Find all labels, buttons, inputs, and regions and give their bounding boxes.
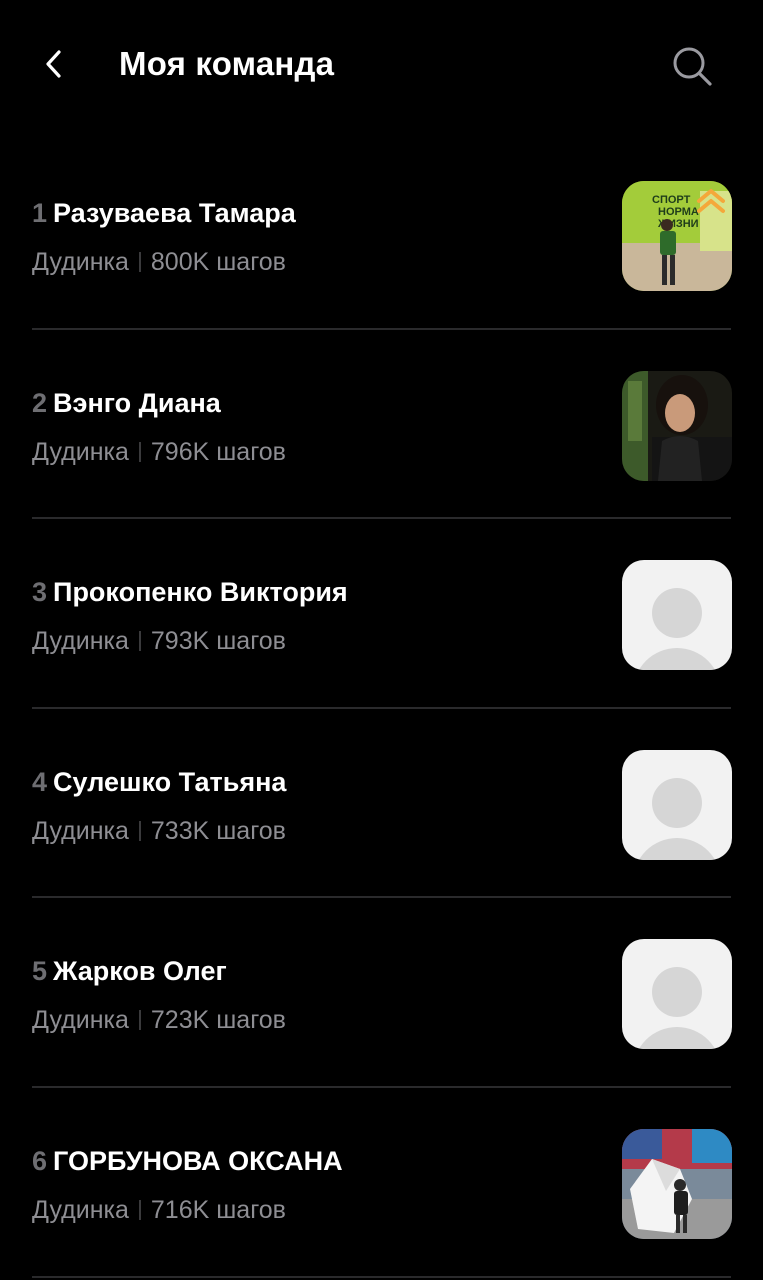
avatar[interactable] <box>622 370 732 481</box>
member-rank: 3 <box>32 577 48 608</box>
rank-up-icon <box>697 189 725 213</box>
meta-separator <box>138 441 141 462</box>
member-steps: 716K шагов <box>150 1195 286 1224</box>
search-button[interactable] <box>666 40 718 92</box>
row-divider <box>32 1275 731 1278</box>
member-name: Сулешко Татьяна <box>53 766 287 797</box>
member-name-line: 5 Жарков Олег <box>32 954 227 988</box>
list-item[interactable]: 2 Вэнго Диана Дудинка 796K шагов <box>0 330 763 520</box>
member-meta: Дудинка 716K шагов <box>32 1194 286 1226</box>
list-item[interactable]: 3 Прокопенко Виктория Дудинка 793K шагов <box>0 519 763 709</box>
member-name-line: 3 Прокопенко Виктория <box>32 575 348 609</box>
avatar-placeholder-shoulders <box>633 1027 721 1050</box>
member-name-line: 6 ГОРБУНОВА ОКСАНА <box>32 1144 343 1178</box>
member-city: Дудинка <box>32 248 129 276</box>
member-name: ГОРБУНОВА ОКСАНА <box>53 1145 343 1176</box>
member-steps: 733K шагов <box>150 816 286 845</box>
member-meta: Дудинка 793K шагов <box>32 625 286 657</box>
member-city: Дудинка <box>32 1195 129 1224</box>
member-name: Прокопенко Виктория <box>53 577 348 608</box>
member-meta: Дудинка 733K шагов <box>32 815 286 847</box>
member-rank: 2 <box>32 387 48 418</box>
meta-separator <box>138 252 141 272</box>
member-steps: 800K шагов <box>150 248 286 276</box>
avatar-placeholder[interactable] <box>622 749 732 860</box>
member-city: Дудинка <box>32 627 129 656</box>
team-members-list: 1 Разуваева Тамара Дудинка 800K шагов СПОР… <box>0 140 763 1278</box>
avatar[interactable] <box>622 1128 732 1239</box>
avatar-photo <box>622 1128 732 1239</box>
avatar-placeholder[interactable] <box>622 939 732 1050</box>
member-name-line: 4 Сулешко Татьяна <box>32 765 286 799</box>
member-steps: 796K шагов <box>150 437 286 466</box>
avatar-placeholder-icon <box>652 777 702 828</box>
list-item[interactable]: 4 Сулешко Татьяна Дудинка 733K шагов <box>0 709 763 899</box>
avatar-placeholder-shoulders <box>633 648 721 671</box>
page-title: Моя команда <box>119 45 335 82</box>
avatar-photo <box>622 370 732 481</box>
member-steps: 793K шагов <box>150 627 286 656</box>
member-city: Дудинка <box>32 1006 129 1035</box>
chevron-left-icon <box>46 50 61 78</box>
member-name: Вэнго Диана <box>53 387 221 418</box>
meta-separator <box>138 631 141 652</box>
member-rank: 6 <box>32 1145 48 1176</box>
member-meta: Дудинка 796K шагов <box>32 436 286 468</box>
member-rank: 4 <box>32 766 48 797</box>
member-steps: 723K шагов <box>150 1006 286 1035</box>
list-item[interactable]: 6 ГОРБУНОВА ОКСАНА Дудинка 716K шагов <box>0 1088 763 1278</box>
list-item[interactable]: 1 Разуваева Тамара Дудинка 800K шагов СПОР… <box>0 140 763 330</box>
member-name-line: 1 Разуваева Тамара <box>32 196 296 230</box>
avatar-placeholder-icon <box>652 588 702 639</box>
meta-separator <box>138 1010 141 1031</box>
member-name-line: 2 Вэнго Диана <box>32 386 221 420</box>
back-button[interactable] <box>30 40 78 88</box>
avatar-placeholder-shoulders <box>633 837 721 860</box>
member-name: Разуваева Тамара <box>53 198 296 228</box>
photo-banner-text: СПОРТ <box>652 194 691 206</box>
member-rank: 1 <box>32 198 48 228</box>
member-meta: Дудинка 723K шагов <box>32 1004 286 1036</box>
avatar[interactable]: СПОРТ НОРМА ЖИЗНИ <box>622 181 732 291</box>
member-name: Жарков Олег <box>53 956 227 987</box>
meta-separator <box>138 1199 141 1220</box>
meta-separator <box>138 820 141 841</box>
top-bar: Моя команда <box>0 0 763 130</box>
member-rank: 5 <box>32 956 48 987</box>
member-city: Дудинка <box>32 816 129 845</box>
list-item[interactable]: 5 Жарков Олег Дудинка 723K шагов <box>0 898 763 1088</box>
member-meta: Дудинка 800K шагов <box>32 246 286 278</box>
svg-text:НОРМА: НОРМА <box>658 206 699 218</box>
search-icon <box>673 47 712 86</box>
member-city: Дудинка <box>32 437 129 466</box>
avatar-placeholder-icon <box>652 967 702 1018</box>
avatar-placeholder[interactable] <box>622 560 732 671</box>
